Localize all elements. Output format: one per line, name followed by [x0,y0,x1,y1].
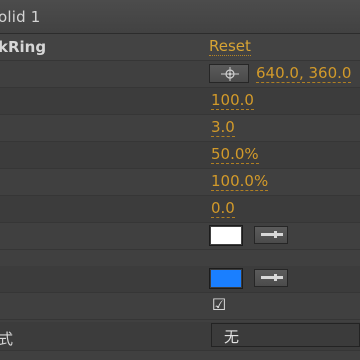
property-row-3: 3.0 [0,115,360,142]
property-value-5[interactable]: 100.0% [211,173,269,191]
property-row-5: 100.0% [0,169,360,196]
checkbox[interactable]: ☑ [211,297,227,313]
property-row-center: 640.0, 360.0 [0,61,360,88]
property-value-6[interactable]: 0.0 [211,200,235,218]
property-row-4: 50.0% [0,142,360,169]
color-swatch-2[interactable] [209,268,243,289]
effect-name[interactable]: kRing [0,38,46,56]
color-swatch-fill-1 [211,227,241,244]
effect-header-row[interactable]: kRing Reset [0,34,360,61]
property-row-mode: 式 无 [0,322,360,351]
crosshair-icon[interactable] [209,64,249,83]
color-swatch-fill-2 [211,270,241,287]
property-value-3[interactable]: 3.0 [211,119,235,137]
property-row-6: 0.0 [0,196,360,223]
mode-label: 式 [0,330,14,348]
mode-dropdown[interactable]: 无 [211,323,360,347]
mode-dropdown-value: 无 [224,328,240,346]
center-point-value[interactable]: 640.0, 360.0 [256,65,352,83]
eyedropper-icon[interactable] [254,226,288,244]
property-row-checkbox: ☑ [0,293,360,320]
reset-link[interactable]: Reset [209,38,251,56]
property-row-color-2 [0,266,360,293]
effect-controls-panel: olid 1 kRing Reset 640.0, 360.0 100.0 3.… [0,0,360,360]
layer-title: olid 1 [0,8,41,26]
property-value-4[interactable]: 50.0% [211,146,259,164]
eyedropper-icon[interactable] [254,269,288,287]
property-row-color-1 [0,223,360,250]
property-value-2[interactable]: 100.0 [211,92,254,110]
property-row-2: 100.0 [0,88,360,115]
layer-title-bar: olid 1 [0,0,360,34]
color-swatch-1[interactable] [209,225,243,246]
